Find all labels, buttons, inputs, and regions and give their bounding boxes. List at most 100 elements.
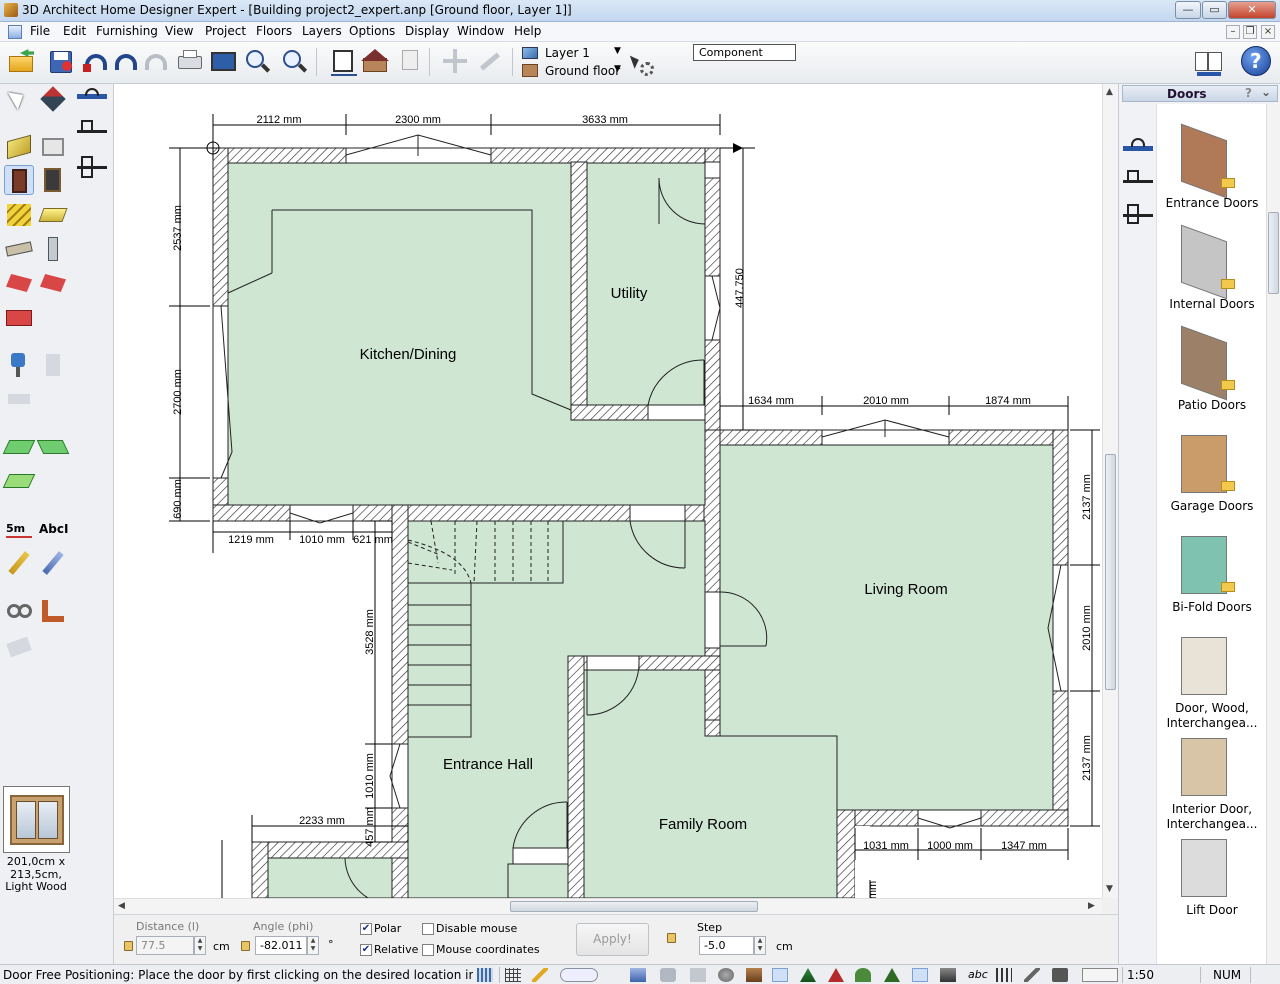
distance-spinner[interactable]: ▲ ▼	[194, 936, 206, 955]
mdi-minimize-button[interactable]: –	[1226, 25, 1240, 39]
menu-layers[interactable]: Layers	[302, 24, 342, 38]
save-disk-icon[interactable]	[45, 46, 75, 76]
catalog-item[interactable]: Interior Door, Interchangea...	[1157, 732, 1267, 833]
angle-spinner[interactable]: ▲ ▼	[307, 936, 319, 955]
room-label-utility[interactable]: Utility	[611, 285, 648, 302]
ruler-icon[interactable]	[477, 968, 493, 982]
tree-status-icon[interactable]	[800, 968, 816, 982]
door-tool-icon[interactable]	[4, 165, 34, 195]
catalog-item[interactable]: Entrance Doors	[1157, 123, 1267, 227]
catalog-item[interactable]: Door, Wood, Interchangea...	[1157, 631, 1267, 732]
menu-help[interactable]: Help	[514, 24, 541, 38]
scroll-up-icon[interactable]: ▲	[1106, 87, 1113, 97]
terrain-area-icon[interactable]	[36, 432, 70, 462]
room-label-hall[interactable]: Entrance Hall	[443, 756, 533, 773]
room-box-icon[interactable]	[38, 132, 68, 162]
catalog-door-symbol-3-icon[interactable]	[1123, 202, 1153, 226]
floor-plan-drawing[interactable]: 2112 mm 2300 mm 3633 mm 2537 mm 2700 mm …	[114, 84, 1102, 898]
menu-window[interactable]: Window	[457, 24, 504, 38]
layer-dropdown-icon[interactable]: ▼	[614, 46, 621, 56]
menu-project[interactable]: Project	[205, 24, 246, 38]
furniture-chair-icon[interactable]	[4, 350, 34, 380]
floor-selector[interactable]: Ground floor	[545, 64, 620, 78]
angle-lock-icon[interactable]	[241, 941, 250, 951]
terrain-tool-icon[interactable]	[2, 432, 36, 462]
catalog-door-symbol-2-icon[interactable]	[1123, 170, 1153, 192]
vertical-scroll-thumb[interactable]	[1105, 454, 1116, 690]
angle-input[interactable]: -82.011	[255, 936, 307, 955]
plan-view-icon[interactable]	[327, 46, 357, 76]
column-tool-icon[interactable]	[38, 234, 68, 264]
tools-icon[interactable]	[38, 84, 68, 114]
pipes-tool-icon[interactable]	[4, 596, 34, 626]
layer-selector[interactable]: Layer 1	[545, 46, 590, 60]
door-status-icon[interactable]	[772, 968, 788, 982]
menu-edit[interactable]: Edit	[63, 24, 86, 38]
camera-status-icon[interactable]	[1052, 968, 1068, 982]
disable-mouse-checkbox[interactable]	[422, 923, 434, 935]
menu-options[interactable]: Options	[349, 24, 395, 38]
menu-display[interactable]: Display	[405, 24, 449, 38]
window-status-icon[interactable]	[912, 968, 928, 982]
step-spinner[interactable]: ▲ ▼	[754, 936, 766, 955]
catalog-item[interactable]: Lift Door	[1157, 833, 1267, 934]
pencil-tool-icon[interactable]	[4, 548, 34, 578]
tree2-status-icon[interactable]	[884, 968, 900, 982]
catalog-book-icon[interactable]	[1193, 46, 1223, 76]
plant-status-icon[interactable]	[855, 968, 871, 982]
door-symbol-icon[interactable]	[77, 88, 107, 108]
3d-status-icon[interactable]	[940, 968, 956, 982]
scroll-down-icon[interactable]: ▼	[1106, 884, 1113, 894]
plan-canvas[interactable]: 2112 mm 2300 mm 3633 mm 2537 mm 2700 mm …	[114, 84, 1102, 898]
roof-tool-icon[interactable]	[4, 268, 34, 298]
menu-floors[interactable]: Floors	[256, 24, 292, 38]
furniture-status-icon[interactable]	[746, 968, 762, 982]
horizontal-scroll-thumb[interactable]	[510, 901, 758, 912]
room-fills[interactable]	[227, 162, 1054, 898]
mouse-coordinates-checkbox[interactable]	[422, 944, 434, 956]
catalog-door-symbol-icon[interactable]	[1123, 138, 1153, 152]
undo-red-icon[interactable]	[81, 46, 111, 76]
room-label-family[interactable]: Family Room	[659, 816, 747, 833]
tool-status-icon[interactable]	[690, 968, 706, 982]
apply-button[interactable]: Apply!	[576, 923, 649, 956]
component-selector[interactable]: Component	[693, 44, 796, 61]
duct-tool-icon[interactable]	[38, 596, 68, 626]
zoom-all-icon[interactable]	[279, 46, 309, 76]
catalog-item[interactable]: Bi-Fold Doors	[1157, 530, 1267, 631]
pencil-status-icon[interactable]	[532, 968, 548, 982]
terrain-point-icon[interactable]	[2, 466, 36, 496]
maximize-button[interactable]: ▭	[1202, 1, 1227, 19]
mdi-close-button[interactable]: ×	[1261, 25, 1275, 39]
catalog-scrollbar[interactable]	[1266, 104, 1280, 964]
polar-checkbox[interactable]: ✔	[360, 923, 372, 935]
window-tool-icon[interactable]	[38, 165, 68, 195]
menu-file[interactable]: File	[30, 24, 50, 38]
wall-tool-icon[interactable]	[4, 132, 34, 162]
canvas-horizontal-scrollbar[interactable]: ◀ ▶	[114, 898, 1102, 914]
print-icon[interactable]	[174, 46, 204, 76]
pointer-gear-icon[interactable]	[628, 52, 658, 82]
select-arrow-icon[interactable]	[4, 84, 34, 114]
catalog-item[interactable]: Patio Doors	[1157, 325, 1267, 429]
stairs-tool-icon[interactable]	[4, 200, 34, 230]
slab-tool-icon[interactable]	[38, 200, 68, 230]
settings-status-icon[interactable]	[718, 968, 734, 982]
3d-house-icon[interactable]	[359, 46, 389, 76]
roof-status-icon[interactable]	[828, 968, 844, 982]
layer-status-icon[interactable]	[630, 968, 646, 982]
distance-input[interactable]: 77.5	[136, 936, 194, 955]
document-icon[interactable]	[8, 25, 22, 39]
door-symbol-2-icon[interactable]	[77, 120, 107, 142]
cabinet-status-icon[interactable]	[660, 968, 676, 982]
undo-icon[interactable]	[111, 46, 141, 76]
grid-icon[interactable]	[505, 968, 521, 982]
help-icon[interactable]: ?	[1241, 46, 1271, 76]
catalog-help-icon[interactable]: ?	[1245, 86, 1252, 100]
text-status-icon[interactable]: abc	[968, 968, 988, 981]
scroll-right-icon[interactable]: ▶	[1088, 901, 1095, 911]
canvas-vertical-scrollbar[interactable]: ▲ ▼	[1102, 84, 1118, 898]
snap-mode-icon[interactable]	[560, 968, 598, 982]
catalog-item[interactable]: Garage Doors	[1157, 429, 1267, 530]
catalog-item[interactable]: Internal Doors	[1157, 224, 1267, 328]
